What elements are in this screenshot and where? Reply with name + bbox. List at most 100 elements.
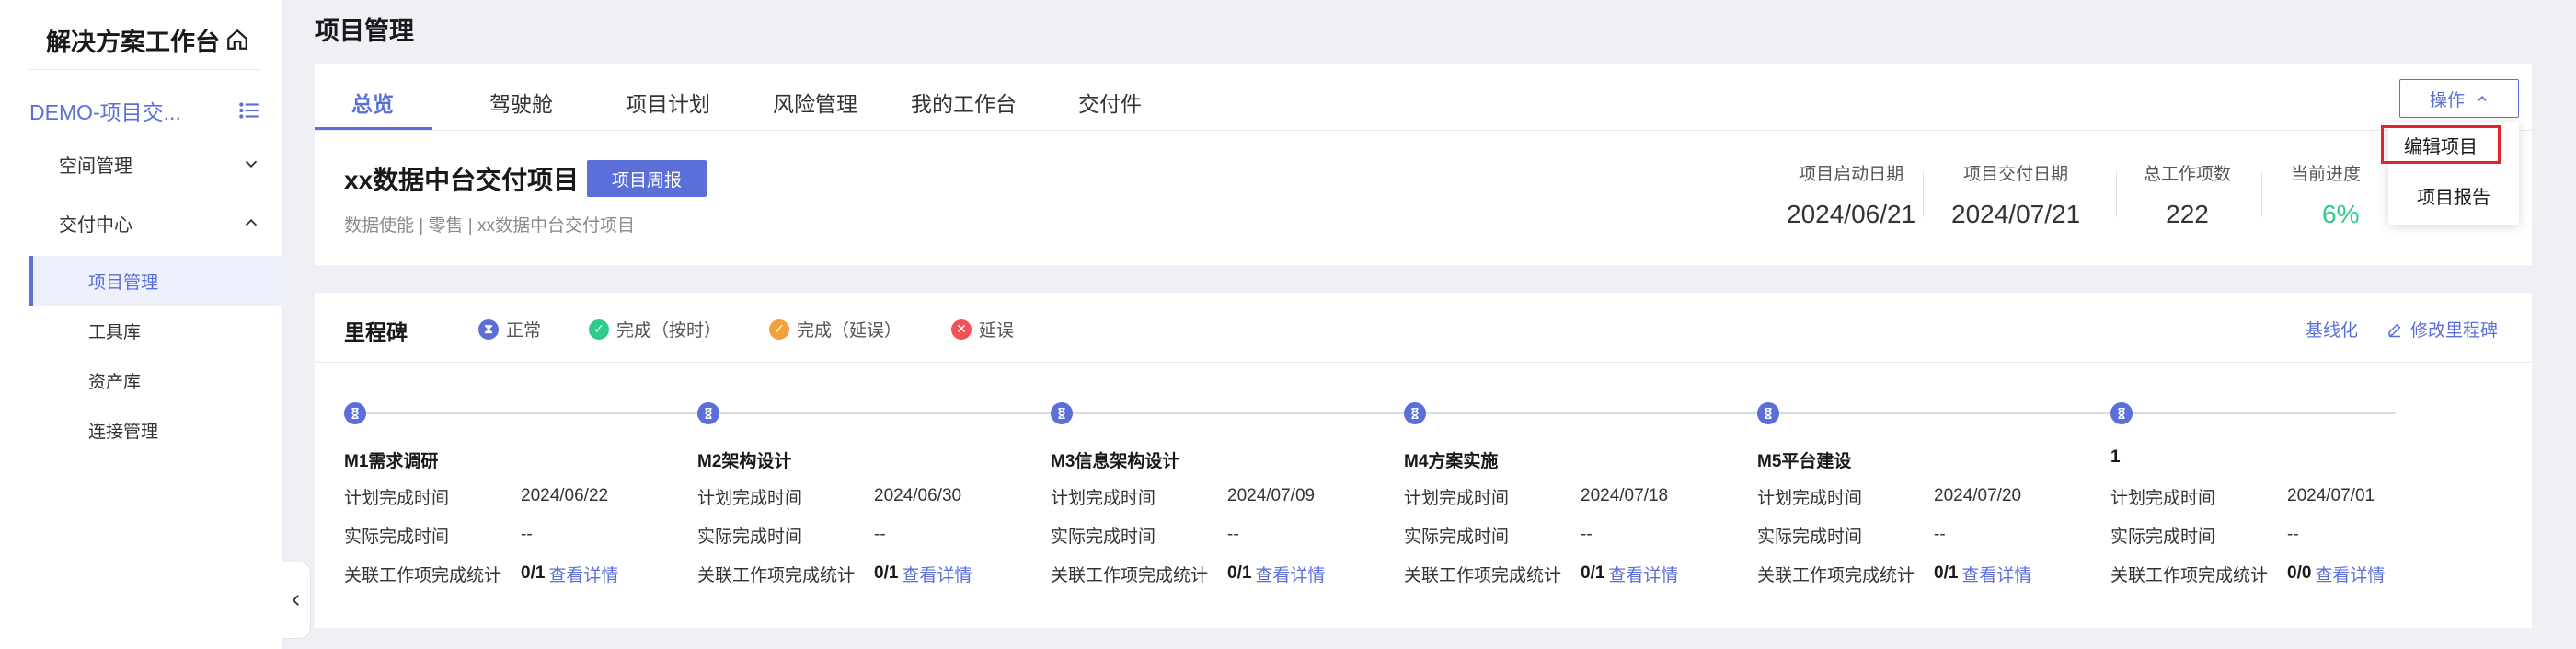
milestone-actual-row: 实际完成时间 --	[1757, 516, 2110, 554]
hourglass-icon	[1411, 408, 1419, 419]
active-tab-indicator	[315, 127, 432, 130]
pencil-icon	[2388, 323, 2401, 337]
actual-date-label: 实际完成时间	[697, 527, 803, 547]
milestone-name: M1需求调研	[344, 452, 439, 471]
tab-project-plan[interactable]: 项目计划	[626, 87, 710, 118]
milestone-stats-row: 关联工作项完成统计 0/0 查看详情	[2110, 554, 2464, 593]
sidebar-item-label: 资产库	[88, 372, 142, 392]
stat-label: 当前进度	[2291, 165, 2362, 184]
work-item-count: 0/1	[1581, 563, 1605, 583]
milestone-timeline	[355, 412, 2396, 414]
weekly-report-button[interactable]: 项目周报	[587, 160, 707, 197]
legend-label: 完成（延误）	[797, 321, 903, 341]
view-details-link[interactable]: 查看详情	[2315, 562, 2385, 586]
work-item-stats-label: 关联工作项完成统计	[344, 565, 502, 585]
actual-date-label: 实际完成时间	[1051, 527, 1156, 547]
stat-label: 项目交付日期	[1963, 165, 2069, 184]
sidebar-item-project-management[interactable]: 项目管理	[29, 256, 283, 306]
plan-date-value: 2024/07/20	[1934, 486, 2022, 505]
actual-date-label: 实际完成时间	[1404, 527, 1510, 547]
sidebar-item-connections[interactable]: 连接管理	[29, 405, 283, 455]
sidebar-group-space[interactable]: 空间管理	[59, 145, 261, 182]
stat-value: 2024/06/21	[1787, 200, 1916, 228]
milestone-item: M3信息架构设计 计划完成时间 2024/07/09 实际完成时间 -- 关联工作项完成统…	[1051, 447, 1404, 593]
tab-my-workbench[interactable]: 我的工作台	[911, 87, 1017, 118]
tab-cockpit[interactable]: 驾驶舱	[489, 87, 553, 118]
stat-divider	[1923, 171, 1924, 217]
sidebar-item-assets[interactable]: 资产库	[29, 355, 283, 405]
actual-date-value: --	[521, 525, 533, 544]
check-icon: ✓	[769, 319, 789, 340]
plan-date-label: 计划完成时间	[2110, 488, 2216, 508]
work-item-count: 0/1	[1934, 563, 1959, 583]
edit-project-menu-item[interactable]: 编辑项目	[2381, 125, 2501, 164]
workbench-title[interactable]: 解决方案工作台	[46, 17, 249, 63]
sidebar-item-label: 项目管理	[88, 272, 159, 293]
milestone-actual-row: 实际完成时间 --	[2110, 516, 2464, 554]
milestone-plan-row: 计划完成时间 2024/07/09	[1051, 477, 1404, 516]
milestone-status-icon	[344, 402, 366, 424]
operations-dropdown: 编辑项目 项目报告	[2381, 122, 2519, 225]
stat-current-progress: 当前进度 6%	[2291, 160, 2361, 229]
page-title: 项目管理	[315, 17, 414, 45]
milestone-item: M2架构设计 计划完成时间 2024/06/30 实际完成时间 -- 关联工作项完成统计 0…	[697, 447, 1051, 593]
sidebar-item-label: 连接管理	[88, 422, 159, 442]
legend-label: 延误	[979, 321, 1015, 341]
view-details-link[interactable]: 查看详情	[1255, 562, 1325, 586]
project-overview-card: 总览 驾驶舱 项目计划 风险管理 我的工作台 交付件 操作 xx数据中台交付项目…	[315, 64, 2532, 265]
milestone-item: 1 计划完成时间 2024/07/01 实际完成时间 -- 关联工作项完成统计 0/0 查看详…	[2110, 447, 2464, 593]
stat-value: 2024/07/21	[1951, 200, 2081, 228]
operations-button[interactable]: 操作	[2399, 79, 2519, 118]
tab-deliverables[interactable]: 交付件	[1078, 87, 1142, 118]
sidebar-item-tools[interactable]: 工具库	[29, 306, 283, 355]
project-name: xx数据中台交付项目	[344, 166, 580, 194]
actual-date-label: 实际完成时间	[2110, 527, 2216, 547]
stat-label: 项目启动日期	[1799, 165, 1904, 184]
hourglass-icon	[705, 408, 712, 419]
work-item-stats-label: 关联工作项完成统计	[697, 565, 856, 585]
view-details-link[interactable]: 查看详情	[548, 562, 618, 586]
legend-delayed: ✕ 延误	[951, 317, 1014, 342]
hourglass-icon	[351, 408, 359, 419]
plan-date-label: 计划完成时间	[697, 488, 803, 508]
view-details-link[interactable]: 查看详情	[1608, 562, 1678, 586]
view-details-link[interactable]: 查看详情	[1961, 562, 2031, 586]
legend-done-on-time: ✓ 完成（按时）	[589, 317, 721, 342]
plan-date-label: 计划完成时间	[1757, 488, 1863, 508]
actual-date-value: --	[2287, 525, 2299, 544]
chevron-up-icon	[2478, 96, 2487, 101]
actual-date-value: --	[1581, 525, 1593, 544]
project-report-menu-item[interactable]: 项目报告	[2388, 175, 2519, 215]
check-icon: ✓	[589, 319, 609, 340]
milestones-title: 里程碑	[344, 320, 408, 344]
baseline-link[interactable]: 基线化	[2306, 317, 2358, 342]
plan-date-label: 计划完成时间	[1404, 488, 1510, 508]
milestone-name: 1	[2110, 447, 2121, 467]
plan-date-value: 2024/06/22	[521, 486, 609, 505]
hourglass-icon: ⧗	[478, 319, 499, 340]
home-icon[interactable]	[225, 28, 249, 52]
stat-start-date: 项目启动日期 2024/06/21	[1787, 160, 1915, 229]
actual-date-label: 实际完成时间	[1757, 527, 1863, 547]
milestone-status-icon	[2110, 402, 2133, 424]
stat-value: 6%	[2322, 200, 2360, 228]
tab-risk-management[interactable]: 风险管理	[773, 87, 857, 118]
project-selector[interactable]: DEMO-项目交...	[29, 92, 261, 129]
sidebar-collapse-button[interactable]	[282, 562, 311, 639]
view-details-link[interactable]: 查看详情	[902, 562, 972, 586]
edit-milestones-label: 修改里程碑	[2410, 321, 2499, 341]
milestone-stats-row: 关联工作项完成统计 0/1 查看详情	[1051, 554, 1404, 593]
sidebar-group-label: 空间管理	[59, 156, 132, 177]
stat-label: 总工作项数	[2144, 165, 2232, 184]
work-item-count: 0/1	[874, 563, 899, 583]
project-tags: 数据使能 | 零售 | xx数据中台交付项目	[344, 216, 635, 236]
milestone-status-icon	[1404, 402, 1426, 424]
list-icon[interactable]	[237, 99, 261, 122]
tab-overview[interactable]: 总览	[351, 87, 394, 118]
milestone-stats-row: 关联工作项完成统计 0/1 查看详情	[697, 554, 1051, 593]
legend-label: 正常	[506, 321, 542, 341]
sidebar-group-delivery[interactable]: 交付中心	[59, 204, 261, 241]
edit-milestones-link[interactable]: 修改里程碑	[2386, 317, 2498, 342]
milestone-actual-row: 实际完成时间 --	[697, 516, 1051, 554]
milestone-item: M5平台建设 计划完成时间 2024/07/20 实际完成时间 -- 关联工作项完成统计 0…	[1757, 447, 2110, 593]
